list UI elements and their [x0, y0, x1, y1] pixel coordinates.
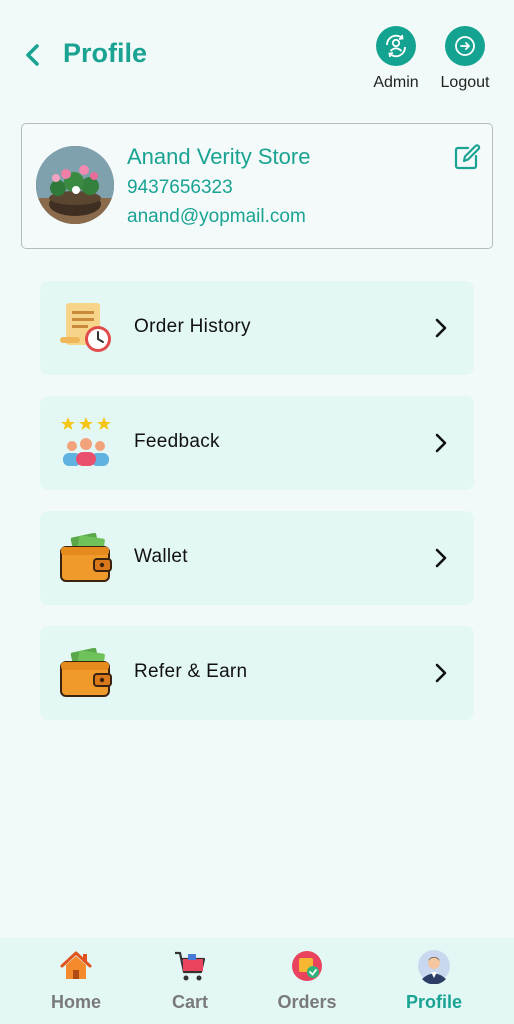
nav-label: Orders	[277, 992, 337, 1012]
logout-label: Logout	[440, 74, 490, 91]
feedback-icon	[58, 414, 114, 470]
nav-item-profile[interactable]: Profile	[379, 948, 489, 1013]
page-title: Profile	[63, 38, 148, 68]
header: Profile Admin Logout	[0, 0, 514, 110]
admin-label: Admin	[373, 74, 419, 91]
store-profile-card: Anand Verity Store 9437656323 anand@yopm…	[21, 123, 493, 249]
nav-label: Cart	[171, 992, 208, 1012]
store-avatar	[36, 146, 114, 224]
cart-icon	[172, 948, 208, 984]
chevron-right-icon	[430, 545, 452, 571]
menu-item-order-history[interactable]: Order History	[40, 281, 474, 375]
chevron-left-icon	[26, 44, 39, 66]
logout-icon	[445, 26, 485, 66]
menu-item-wallet[interactable]: Wallet	[40, 511, 474, 605]
menu-item-label: Order History	[134, 316, 251, 337]
store-phone: 9437656323	[127, 177, 233, 198]
orders-icon	[289, 948, 325, 984]
wallet-icon	[58, 644, 114, 700]
bottom-navigation: Home Cart Orders Profile	[0, 938, 514, 1024]
nav-item-cart[interactable]: Cart	[135, 948, 245, 1013]
wallet-icon	[58, 529, 114, 585]
menu-item-label: Wallet	[134, 546, 188, 567]
nav-label: Profile	[405, 992, 462, 1012]
menu-item-label: Feedback	[134, 431, 220, 452]
chevron-right-icon	[430, 660, 452, 686]
chevron-right-icon	[430, 315, 452, 341]
menu-item-label: Refer & Earn	[134, 661, 248, 682]
nav-label: Home	[50, 992, 101, 1012]
edit-profile-button[interactable]	[452, 142, 482, 172]
logout-button[interactable]: Logout	[432, 26, 498, 92]
nav-item-orders[interactable]: Orders	[252, 948, 362, 1013]
edit-icon	[454, 144, 481, 170]
nav-item-home[interactable]: Home	[21, 948, 131, 1013]
store-email: anand@yopmail.com	[127, 206, 306, 227]
profile-icon	[416, 948, 452, 985]
order-history-icon	[58, 299, 114, 355]
admin-switch-icon	[376, 26, 416, 66]
back-button[interactable]	[18, 38, 48, 72]
menu-item-feedback[interactable]: Feedback	[40, 396, 474, 490]
home-icon	[58, 948, 94, 984]
chevron-right-icon	[430, 430, 452, 456]
menu-item-refer-earn[interactable]: Refer & Earn	[40, 626, 474, 720]
store-name: Anand Verity Store	[127, 144, 311, 169]
admin-button[interactable]: Admin	[363, 26, 429, 92]
